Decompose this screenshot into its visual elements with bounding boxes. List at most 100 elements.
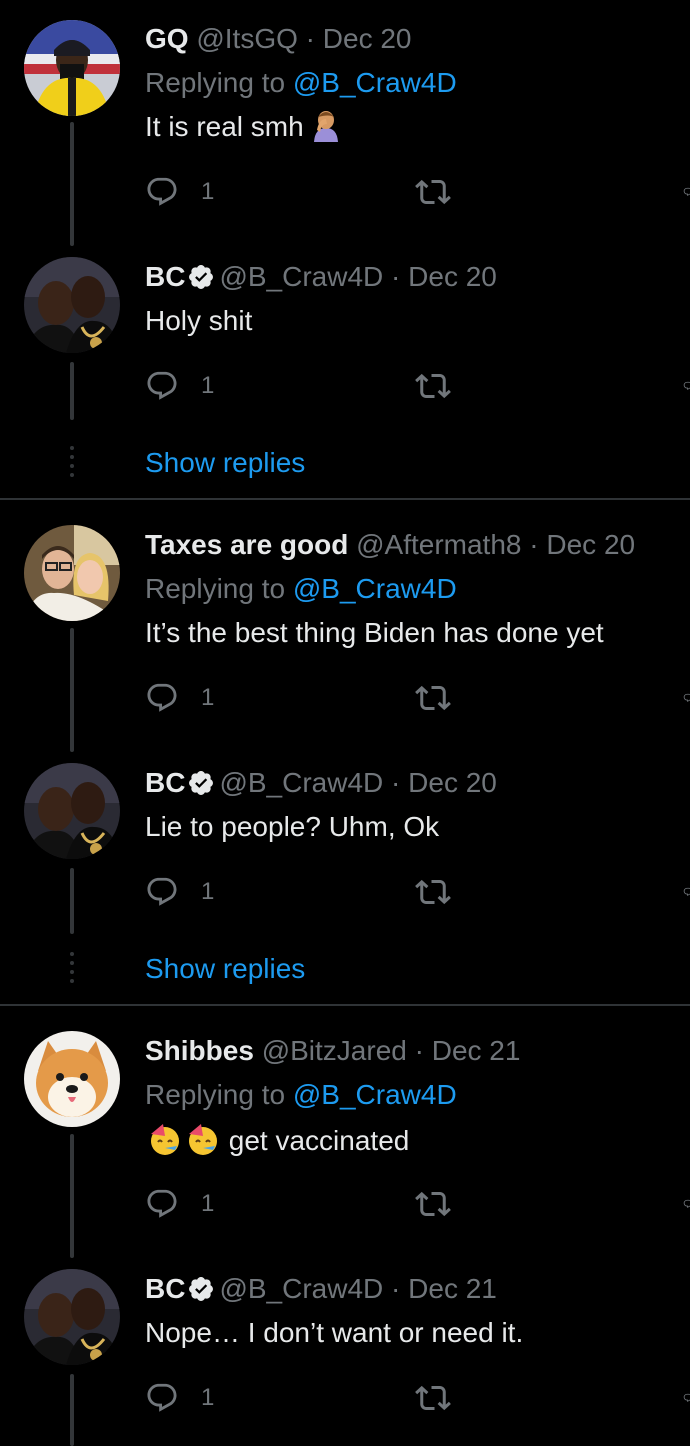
mention-link[interactable]: @B_Craw4D — [293, 67, 457, 98]
reply-count: 1 — [201, 1190, 215, 1217]
like-button[interactable] — [683, 1378, 690, 1418]
thread-line — [70, 1134, 74, 1258]
heart-icon — [683, 1187, 690, 1221]
partying-face-icon — [151, 1124, 179, 1155]
like-button[interactable] — [683, 872, 690, 912]
display-name[interactable]: GQ — [145, 23, 189, 54]
display-name[interactable]: BC — [145, 767, 185, 798]
handle[interactable]: @B_Craw4D — [219, 1273, 383, 1304]
display-name[interactable]: BC — [145, 1273, 185, 1304]
display-name[interactable]: BC — [145, 261, 185, 292]
handle[interactable]: @ItsGQ — [196, 23, 298, 54]
avatar[interactable] — [24, 20, 120, 116]
gq-avatar-icon — [24, 20, 120, 116]
show-replies-link[interactable]: Show replies — [145, 446, 305, 480]
like-button[interactable] — [683, 678, 690, 718]
handle[interactable]: @Aftermath8 — [356, 529, 521, 560]
avatar[interactable] — [24, 763, 120, 859]
shiba-avatar-icon — [24, 1031, 120, 1127]
retweet-button[interactable] — [415, 1184, 451, 1224]
verified-badge-icon — [187, 263, 215, 291]
separator-dot: · — [391, 767, 401, 798]
reply-button[interactable]: 1 — [145, 872, 214, 912]
reply-button[interactable]: 1 — [145, 172, 214, 212]
bc-avatar-icon — [24, 763, 120, 859]
replying-to-label: Replying to — [145, 67, 286, 98]
tweet-header: BC @B_Craw4D · Dec 21 — [145, 1272, 497, 1306]
tweet-5[interactable]: Shibbes @BitzJared · Dec 21 Replying to … — [0, 1006, 690, 1258]
avatar[interactable] — [24, 257, 120, 353]
tweet-actions: 1 — [145, 366, 690, 406]
replying-to-label: Replying to — [145, 1079, 286, 1110]
tweet-2[interactable]: BC @B_Craw4D · Dec 20 Holy shit 1 Show re… — [0, 240, 690, 500]
reply-button[interactable]: 1 — [145, 1184, 214, 1224]
reply-count: 1 — [201, 372, 215, 399]
show-replies-link[interactable]: Show replies — [145, 952, 305, 986]
like-button[interactable] — [683, 366, 690, 406]
tweet-date[interactable]: Dec 20 — [408, 767, 497, 798]
tweet-text: get vaccinated — [145, 1122, 409, 1158]
tweet-header: BC @B_Craw4D · Dec 20 — [145, 260, 497, 294]
retweet-button[interactable] — [415, 366, 451, 406]
tweet-actions: 1 — [145, 1378, 690, 1418]
reply-count: 1 — [201, 878, 215, 905]
avatar[interactable] — [24, 525, 120, 621]
mention-link[interactable]: @B_Craw4D — [293, 573, 457, 604]
tweet-header: Taxes are good @Aftermath8 · Dec 20 — [145, 528, 635, 562]
reply-icon — [145, 875, 179, 909]
reply-button[interactable]: 1 — [145, 366, 214, 406]
retweet-icon — [415, 1380, 451, 1416]
reply-icon — [145, 681, 179, 715]
partying-face-icon — [189, 1124, 217, 1155]
tweet-date[interactable]: Dec 20 — [323, 23, 412, 54]
reply-count: 1 — [201, 684, 215, 711]
handle[interactable]: @B_Craw4D — [219, 261, 383, 292]
tweet-1[interactable]: GQ @ItsGQ · Dec 20 Replying to @B_Craw4D… — [0, 0, 690, 246]
tweet-text-content: It is real smh — [145, 111, 304, 142]
handle[interactable]: @B_Craw4D — [219, 767, 383, 798]
retweet-icon — [415, 174, 451, 210]
handle[interactable]: @BitzJared — [262, 1035, 407, 1066]
tweet-4[interactable]: BC @B_Craw4D · Dec 20 Lie to people? Uhm,… — [0, 746, 690, 1004]
separator-dot: · — [391, 261, 401, 292]
tweet-text: Holy shit — [145, 305, 253, 336]
mention-link[interactable]: @B_Craw4D — [293, 1079, 457, 1110]
separator-dot: · — [391, 1273, 401, 1304]
reply-icon — [145, 1381, 179, 1415]
tweet-text: It is real smh — [145, 110, 341, 144]
thread-line — [70, 362, 74, 420]
tweet-header: BC @B_Craw4D · Dec 20 — [145, 766, 497, 800]
heart-icon — [683, 875, 690, 909]
retweet-button[interactable] — [415, 872, 451, 912]
replying-to-label: Replying to — [145, 573, 286, 604]
tweet-date[interactable]: Dec 20 — [546, 529, 635, 560]
verified-badge-icon — [187, 1275, 215, 1303]
tweet-date[interactable]: Dec 20 — [408, 261, 497, 292]
tweet-date[interactable]: Dec 21 — [432, 1035, 521, 1066]
separator-dot: · — [305, 23, 315, 54]
like-button[interactable] — [683, 1184, 690, 1224]
tweet-6[interactable]: BC @B_Craw4D · Dec 21 Nope… I don’t want … — [0, 1252, 690, 1446]
like-button[interactable] — [683, 172, 690, 212]
tweet-date[interactable]: Dec 21 — [408, 1273, 497, 1304]
retweet-button[interactable] — [415, 678, 451, 718]
verified-badge-icon — [187, 769, 215, 797]
bc-avatar-icon — [24, 257, 120, 353]
thread-line — [70, 868, 74, 934]
reply-button[interactable]: 1 — [145, 1378, 214, 1418]
retweet-button[interactable] — [415, 1378, 451, 1418]
display-name[interactable]: Taxes are good — [145, 529, 348, 560]
replying-to: Replying to @B_Craw4D — [145, 572, 457, 606]
avatar[interactable] — [24, 1031, 120, 1127]
reply-button[interactable]: 1 — [145, 678, 214, 718]
heart-icon — [683, 175, 690, 209]
retweet-icon — [415, 874, 451, 910]
thread-line — [70, 628, 74, 752]
display-name[interactable]: Shibbes — [145, 1035, 254, 1066]
tweet-header: GQ @ItsGQ · Dec 20 — [145, 22, 412, 56]
avatar[interactable] — [24, 1269, 120, 1365]
tweet-text: Lie to people? Uhm, Ok — [145, 811, 440, 842]
tweet-header: Shibbes @BitzJared · Dec 21 — [145, 1034, 520, 1068]
tweet-3[interactable]: Taxes are good @Aftermath8 · Dec 20 Repl… — [0, 500, 690, 752]
retweet-button[interactable] — [415, 172, 451, 212]
